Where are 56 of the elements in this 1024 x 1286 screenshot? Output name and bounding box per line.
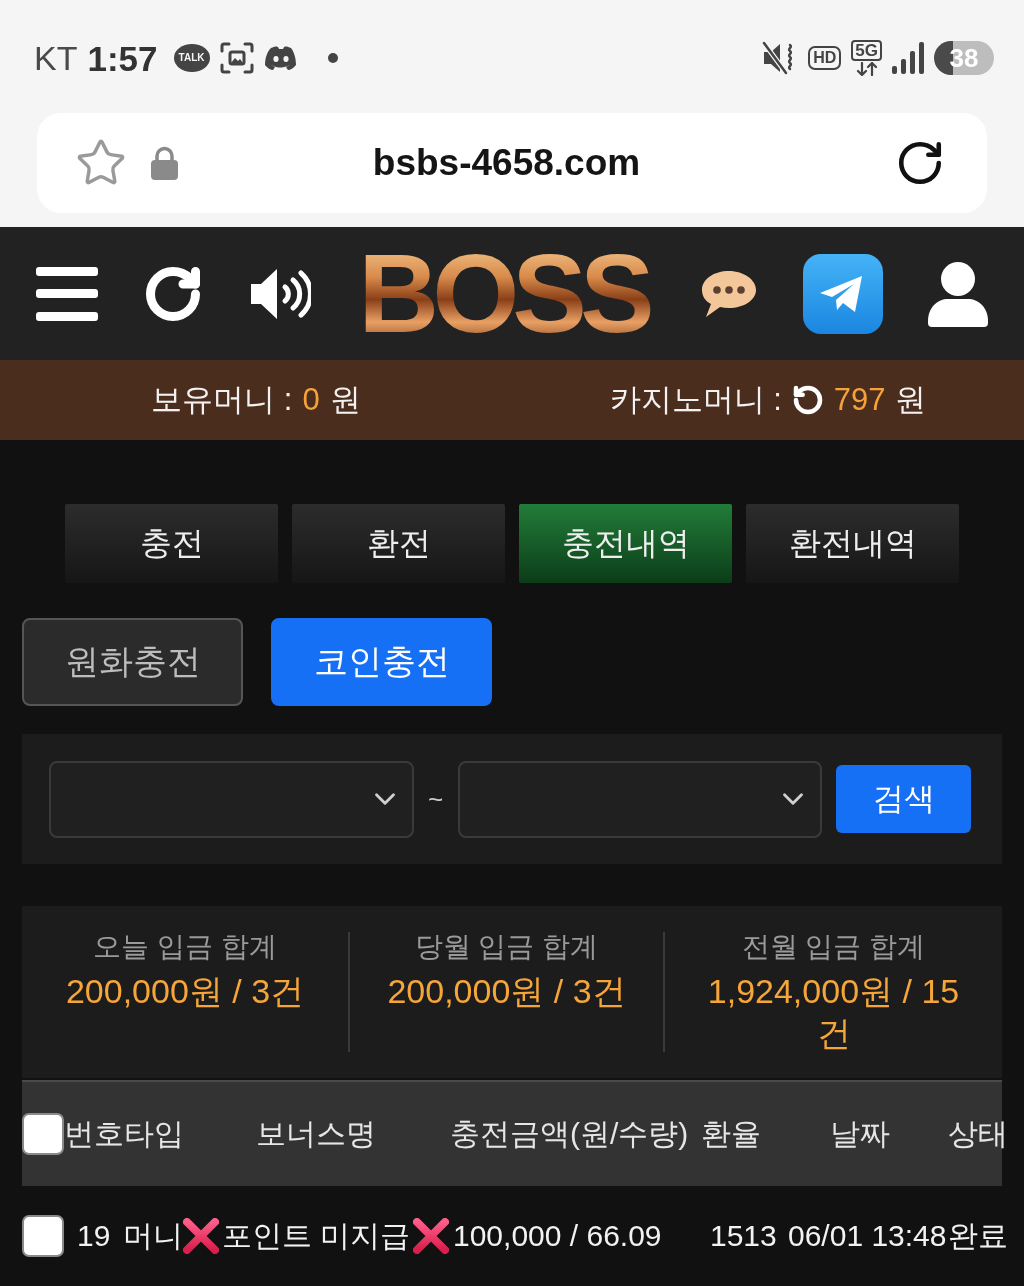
balance-amount: 797 <box>833 382 886 418</box>
cross-mark-icon <box>413 1218 450 1254</box>
tab[interactable]: 충전 <box>65 504 278 583</box>
balance-amount: 0 <box>302 382 320 418</box>
checkbox[interactable] <box>22 1113 64 1155</box>
balance-label: 카지노머니 : <box>609 381 782 419</box>
column-header: 환율 <box>701 1115 762 1152</box>
table-cell-text: 19 <box>76 1219 112 1253</box>
balance-unit: 원 <box>329 381 361 419</box>
range-separator: ~ <box>427 783 445 815</box>
summary-value: 200,000원 / 3건 <box>387 971 626 1012</box>
summary-label: 당월 입금 합계 <box>414 932 599 962</box>
balance-label: 보유머니 : <box>151 381 293 419</box>
clock-time: 1:57 <box>87 40 158 76</box>
column-header: 날짜 <box>830 1115 891 1152</box>
table-cell-text: 포인트 미지급 <box>222 1217 411 1254</box>
column-header: 상태 <box>948 1115 1008 1152</box>
tab[interactable]: 환전 <box>292 504 505 583</box>
table-cell: 06/01 13:48 <box>788 1219 948 1253</box>
game-controller-icon <box>263 45 298 71</box>
address-bar[interactable]: bsbs-4658.com <box>37 113 987 213</box>
talk-bubble-badge: TALK <box>173 44 210 72</box>
user-icon[interactable] <box>927 260 988 327</box>
balance-unit: 원 <box>895 381 927 419</box>
table-cell-text: 머니 <box>123 1217 183 1254</box>
refresh-icon[interactable] <box>791 384 824 416</box>
summary-label: 전월 입금 합계 <box>741 932 926 962</box>
column-header: 번호 <box>64 1115 124 1152</box>
carrier-name: KT <box>34 41 78 75</box>
summary-label: 오늘 입금 합계 <box>93 932 277 962</box>
search-button[interactable]: 검색 <box>836 765 971 833</box>
hd-badge: HD <box>808 46 842 70</box>
chat-bubble-icon[interactable] <box>701 269 758 318</box>
sub-tab[interactable]: 코인충전 <box>271 618 492 706</box>
data-arrows-icon <box>854 62 879 76</box>
screen-capture-icon <box>219 42 254 74</box>
summary-value: 200,000원 / 3건 <box>65 971 305 1012</box>
column-header: 타입 <box>124 1115 185 1152</box>
notification-dot-icon <box>327 53 338 63</box>
summary-value: 1,924,000원 / 15건 <box>706 971 961 1054</box>
network-type-label: 5G <box>851 40 882 61</box>
checkbox[interactable] <box>22 1215 64 1257</box>
table-cell-text: 100,000 / 66.09 <box>453 1219 663 1253</box>
menu-icon[interactable] <box>36 266 98 321</box>
signal-icon <box>892 42 924 74</box>
sub-tab[interactable]: 원화충전 <box>22 618 243 706</box>
table-cell-text: 1513 <box>710 1219 778 1253</box>
tab[interactable]: 충전내역 <box>519 504 732 583</box>
cross-mark-icon <box>183 1218 219 1254</box>
url-text: bsbs-4658.com <box>371 142 642 184</box>
paper-plane-icon[interactable] <box>802 253 883 334</box>
table-cell-text: 완료 <box>948 1217 1008 1254</box>
column-header: 충전금액(원/수량) <box>450 1115 690 1152</box>
tab[interactable]: 환전내역 <box>746 504 959 583</box>
lock-icon <box>151 146 178 180</box>
column-header: 보너스명 <box>256 1115 377 1152</box>
